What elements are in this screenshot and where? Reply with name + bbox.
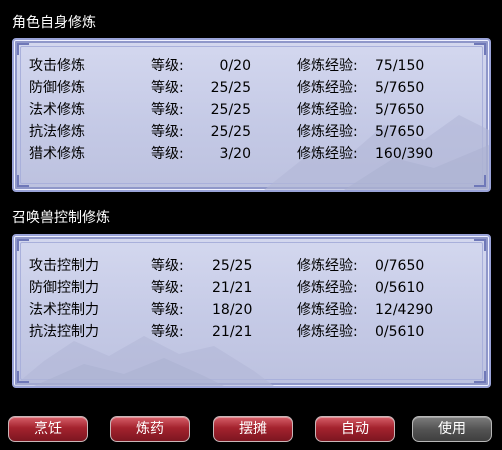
exp-label: 修炼经验: xyxy=(297,258,358,274)
pet-control-panel: 攻击控制力 等级: 25/25 修炼经验: 0/7650 防御控制力 等级: 2… xyxy=(12,234,491,388)
exp-value: 5/7650 xyxy=(375,80,425,96)
corner-ornament xyxy=(474,43,486,55)
exp-value: 5/7650 xyxy=(375,102,425,118)
level-label: 等级: xyxy=(151,58,184,74)
corner-ornament xyxy=(17,43,29,55)
corner-ornament xyxy=(474,239,486,251)
exp-value: 5/7650 xyxy=(375,124,425,140)
auto-button[interactable]: 自动 xyxy=(315,416,395,442)
skill-name: 抗法修炼 xyxy=(29,124,85,140)
level-value: 21/21 xyxy=(212,324,253,340)
self-cultivation-title: 角色自身修炼 xyxy=(12,15,96,31)
cook-button[interactable]: 烹饪 xyxy=(8,416,88,442)
corner-ornament xyxy=(17,239,29,251)
exp-label: 修炼经验: xyxy=(297,280,358,296)
skill-name: 攻击控制力 xyxy=(29,258,99,274)
exp-label: 修炼经验: xyxy=(297,324,358,340)
level-label: 等级: xyxy=(151,324,184,340)
exp-label: 修炼经验: xyxy=(297,302,358,318)
level-value: 25/25 xyxy=(212,258,253,274)
skill-name: 攻击修炼 xyxy=(29,58,85,74)
self-cultivation-panel: 攻击修炼 等级: 0/20 修炼经验: 75/150 防御修炼 等级: 25/2… xyxy=(12,38,491,192)
level-value: 18/20 xyxy=(212,302,253,318)
corner-ornament xyxy=(17,371,29,383)
level-value: 0/20 xyxy=(219,58,251,74)
skill-name: 法术控制力 xyxy=(29,302,99,318)
skill-name: 抗法控制力 xyxy=(29,324,99,340)
corner-ornament xyxy=(474,175,486,187)
level-label: 等级: xyxy=(151,258,184,274)
alchemy-button[interactable]: 炼药 xyxy=(110,416,190,442)
exp-label: 修炼经验: xyxy=(297,102,358,118)
stall-button[interactable]: 摆摊 xyxy=(213,416,293,442)
level-label: 等级: xyxy=(151,146,184,162)
exp-value: 0/7650 xyxy=(375,258,425,274)
level-value: 25/25 xyxy=(210,80,251,96)
level-value: 3/20 xyxy=(219,146,251,162)
level-value: 25/25 xyxy=(210,102,251,118)
level-label: 等级: xyxy=(151,280,184,296)
exp-value: 0/5610 xyxy=(375,280,425,296)
skill-name: 防御修炼 xyxy=(29,80,85,96)
corner-ornament xyxy=(17,175,29,187)
exp-value: 0/5610 xyxy=(375,324,425,340)
level-label: 等级: xyxy=(151,80,184,96)
level-value: 25/25 xyxy=(210,124,251,140)
pet-control-title: 召唤兽控制修炼 xyxy=(12,210,110,226)
exp-label: 修炼经验: xyxy=(297,80,358,96)
level-label: 等级: xyxy=(151,302,184,318)
exp-value: 160/390 xyxy=(375,146,434,162)
exp-value: 12/4290 xyxy=(375,302,434,318)
level-value: 21/21 xyxy=(212,280,253,296)
exp-label: 修炼经验: xyxy=(297,58,358,74)
skill-name: 法术修炼 xyxy=(29,102,85,118)
level-label: 等级: xyxy=(151,102,184,118)
corner-ornament xyxy=(474,371,486,383)
skill-name: 猎术修炼 xyxy=(29,146,85,162)
skill-name: 防御控制力 xyxy=(29,280,99,296)
exp-label: 修炼经验: xyxy=(297,146,358,162)
exp-value: 75/150 xyxy=(375,58,425,74)
exp-label: 修炼经验: xyxy=(297,124,358,140)
use-button[interactable]: 使用 xyxy=(412,416,492,442)
level-label: 等级: xyxy=(151,124,184,140)
